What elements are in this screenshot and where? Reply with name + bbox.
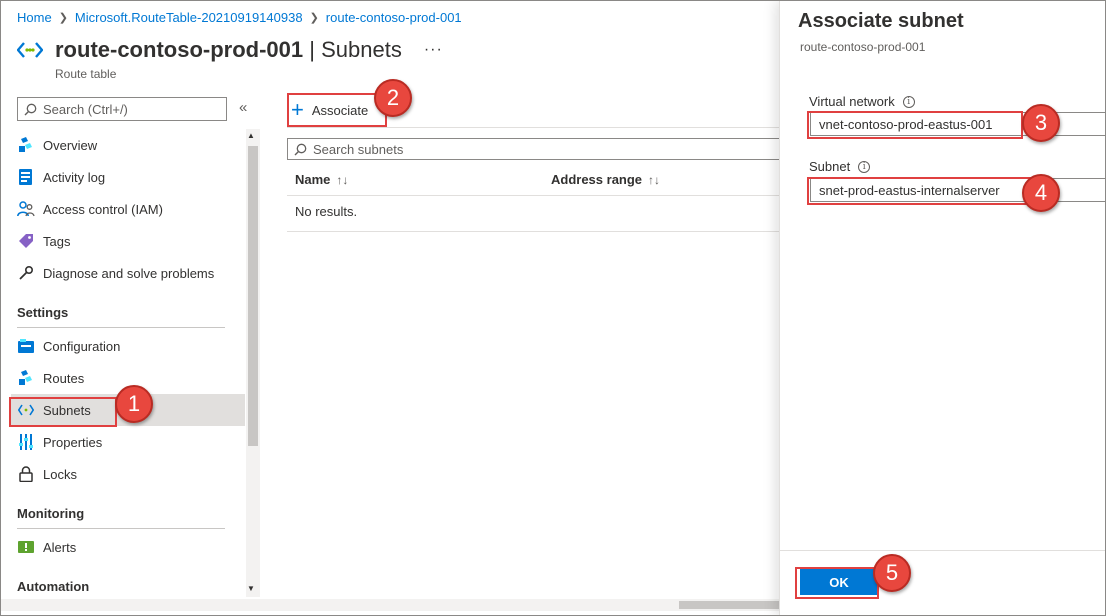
column-address-range[interactable]: Address range ↑↓ <box>551 172 660 187</box>
more-options-button[interactable]: ··· <box>424 41 443 59</box>
sidebar-nav: Overview Activity log Access control (IA… <box>1 129 259 597</box>
step-badge: 2 <box>374 79 412 117</box>
sidebar-search-input[interactable]: Search (Ctrl+/) <box>17 97 227 121</box>
subnet-search-input[interactable]: Search subnets <box>287 138 781 160</box>
sidebar-item-label: Tags <box>43 233 71 249</box>
step-badge: 4 <box>1022 174 1060 212</box>
configuration-icon <box>17 337 35 355</box>
step-badge: 5 <box>873 554 911 592</box>
field-label-text: Subnet <box>809 159 851 174</box>
step-badge: 1 <box>115 385 153 423</box>
field-label-text: Virtual network <box>809 94 895 109</box>
routes-icon <box>17 369 35 387</box>
table-divider <box>287 231 779 232</box>
table-header: Name ↑↓ Address range ↑↓ <box>287 164 779 196</box>
horizontal-scrollbar[interactable] <box>1 599 779 611</box>
search-icon <box>294 143 307 155</box>
sidebar-item-tags[interactable]: Tags <box>11 225 245 257</box>
properties-icon <box>17 433 35 451</box>
sidebar-item-label: Alerts <box>43 539 77 555</box>
sidebar-item-label: Locks <box>43 466 77 482</box>
highlight-box <box>287 93 387 127</box>
panel-footer-divider <box>780 550 1105 551</box>
sidebar-scrollbar-thumb[interactable] <box>248 146 258 446</box>
breadcrumb-home[interactable]: Home <box>17 10 52 25</box>
activity-log-icon <box>17 168 35 186</box>
divider <box>17 528 225 529</box>
sidebar-item-alerts[interactable]: Alerts <box>11 531 245 563</box>
sidebar-item-label: Configuration <box>43 338 121 354</box>
resource-type: Route table <box>55 67 117 81</box>
sidebar-item-label: Diagnose and solve problems <box>43 265 215 281</box>
divider <box>17 327 225 328</box>
subnet-search-placeholder: Search subnets <box>313 141 404 157</box>
highlight-box <box>807 111 1023 139</box>
section-settings: Settings <box>17 305 69 320</box>
highlight-box <box>9 397 117 427</box>
portal-window: Home ❯ Microsoft.RouteTable-202109191409… <box>0 0 1106 616</box>
sort-icon[interactable]: ↑↓ <box>648 173 660 187</box>
sidebar-item-label: Access control (IAM) <box>43 201 163 217</box>
column-name[interactable]: Name ↑↓ <box>295 172 348 187</box>
wrench-icon <box>17 264 35 282</box>
title-separator: | <box>309 37 315 62</box>
route-table-icon <box>17 37 43 63</box>
scroll-down-icon[interactable]: ▼ <box>247 584 255 593</box>
chevron-right-icon: ❯ <box>58 12 68 24</box>
sidebar-item-locks[interactable]: Locks <box>11 458 245 490</box>
sidebar-search-placeholder: Search (Ctrl+/) <box>43 101 128 117</box>
overview-icon <box>17 136 35 154</box>
sidebar-item-overview[interactable]: Overview <box>11 129 245 161</box>
section-automation: Automation <box>17 579 90 594</box>
search-icon <box>24 103 37 115</box>
page-title: route-contoso-prod-001 | Subnets <box>55 37 402 63</box>
sidebar-item-label: Activity log <box>43 169 106 185</box>
sidebar-item-properties[interactable]: Properties <box>11 426 245 458</box>
column-label: Name <box>295 172 331 187</box>
empty-state-text: No results. <box>295 204 358 219</box>
info-icon[interactable]: i <box>858 160 871 173</box>
lock-icon <box>17 465 35 483</box>
panel-title: Associate subnet <box>798 10 964 32</box>
sidebar-item-label: Properties <box>43 434 103 450</box>
page-header: route-contoso-prod-001 | Subnets ··· <box>17 37 443 63</box>
horizontal-scrollbar-thumb[interactable] <box>679 601 779 609</box>
breadcrumb-resource-group[interactable]: Microsoft.RouteTable-20210919140938 <box>75 10 303 25</box>
highlight-box <box>795 567 879 599</box>
breadcrumb: Home ❯ Microsoft.RouteTable-202109191409… <box>17 10 462 25</box>
sidebar-item-diagnose[interactable]: Diagnose and solve problems <box>11 257 245 289</box>
virtual-network-label: Virtual network i <box>809 94 915 109</box>
people-icon <box>17 200 35 218</box>
collapse-sidebar-button[interactable]: « <box>239 99 247 116</box>
page-name: Subnets <box>321 37 402 62</box>
tag-icon <box>17 232 35 250</box>
subnet-label: Subnet i <box>809 159 871 174</box>
sidebar-item-iam[interactable]: Access control (IAM) <box>11 193 245 225</box>
step-badge: 3 <box>1022 104 1060 142</box>
scroll-up-icon[interactable]: ▲ <box>247 131 255 140</box>
sidebar-item-configuration[interactable]: Configuration <box>11 330 245 362</box>
column-label: Address range <box>551 172 643 187</box>
section-monitoring: Monitoring <box>17 506 85 521</box>
resource-name: route-contoso-prod-001 <box>55 37 304 62</box>
info-icon[interactable]: i <box>902 95 915 108</box>
toolbar-divider <box>287 127 779 128</box>
sidebar-item-label: Routes <box>43 370 85 386</box>
associate-subnet-panel: Associate subnet route-contoso-prod-001 … <box>779 1 1105 615</box>
breadcrumb-route-table[interactable]: route-contoso-prod-001 <box>326 10 462 25</box>
alerts-icon <box>17 538 35 556</box>
panel-subtitle: route-contoso-prod-001 <box>800 40 926 54</box>
sidebar-item-label: Overview <box>43 137 98 153</box>
highlight-box <box>807 177 1035 205</box>
chevron-right-icon: ❯ <box>309 12 319 24</box>
sort-icon[interactable]: ↑↓ <box>336 173 348 187</box>
sidebar-item-activity-log[interactable]: Activity log <box>11 161 245 193</box>
